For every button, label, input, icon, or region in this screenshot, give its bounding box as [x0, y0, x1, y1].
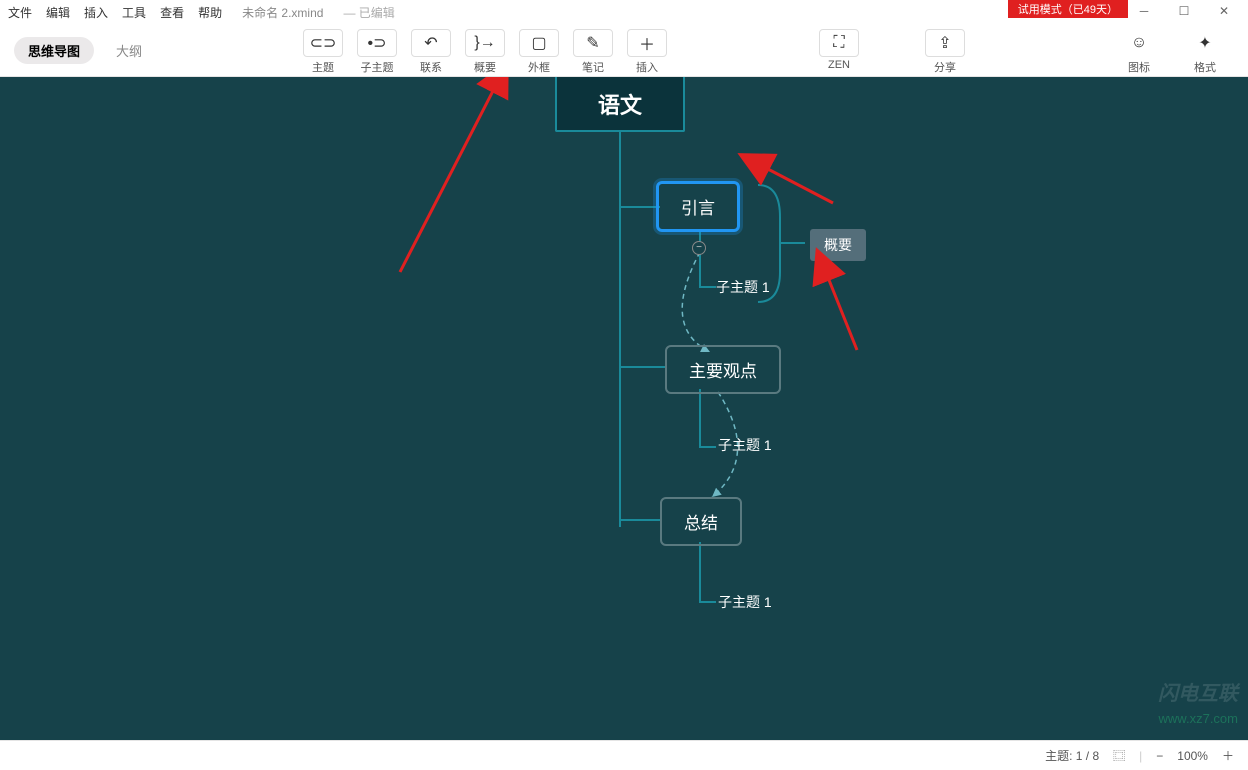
- notes-label: 笔记: [582, 59, 604, 75]
- brush-icon: ✦: [1185, 29, 1225, 57]
- watermark-brand: 闪电互联: [1158, 677, 1238, 706]
- menu-edit[interactable]: 编辑: [46, 4, 70, 21]
- subtopic-label: 子主题: [361, 59, 394, 75]
- connector-lines: [0, 77, 1248, 740]
- zen-button[interactable]: ⛶ ZEN: [816, 29, 862, 75]
- insert-button[interactable]: ＋ 插入: [624, 29, 670, 75]
- subtopic-icon: •⊃: [357, 29, 397, 57]
- topic-count: 主题: 1 / 8: [1045, 747, 1099, 764]
- menu-file[interactable]: 文件: [8, 4, 32, 21]
- minimize-button[interactable]: ─: [1124, 0, 1164, 22]
- boundary-button[interactable]: ▢ 外框: [516, 29, 562, 75]
- share-label: 分享: [934, 59, 956, 75]
- trial-badge[interactable]: 试用模式（已49天）: [1008, 0, 1128, 18]
- boundary-icon: ▢: [519, 29, 559, 57]
- summary-button[interactable]: }→ 概要: [462, 29, 508, 75]
- smiley-icon: ☺: [1119, 29, 1159, 57]
- close-button[interactable]: ✕: [1204, 0, 1244, 22]
- format-button[interactable]: ✦ 格式: [1182, 29, 1228, 75]
- window-controls: ─ ☐ ✕: [1124, 0, 1244, 22]
- menu-help[interactable]: 帮助: [198, 4, 222, 21]
- relation-button[interactable]: ↶ 联系: [408, 29, 454, 75]
- toolbar: 思维导图 大纲 ⊂⊃ 主题 •⊃ 子主题 ↶ 联系 }→ 概要 ▢ 外框 ✎ 笔…: [0, 25, 1248, 77]
- collapse-toggle-intro[interactable]: −: [692, 241, 706, 255]
- zoom-in-button[interactable]: ＋: [1222, 747, 1234, 764]
- status-bar: 主题: 1 / 8 ⿴ | − 100% ＋: [0, 740, 1248, 770]
- subtopic-button[interactable]: •⊃ 子主题: [354, 29, 400, 75]
- topic-label: 主题: [312, 59, 334, 75]
- iconset-label: 图标: [1128, 59, 1150, 75]
- node-conclusion-sub[interactable]: 子主题 1: [718, 592, 772, 612]
- zen-icon: ⛶: [819, 29, 859, 57]
- mindmap-canvas[interactable]: 语文 引言 − 子主题 1 主要观点 子主题 1 总结 子主题 1 概要 闪电互…: [0, 77, 1248, 740]
- watermark-url: www.xz7.com: [1159, 711, 1238, 726]
- topic-button[interactable]: ⊂⊃ 主题: [300, 29, 346, 75]
- relation-label: 联系: [420, 59, 442, 75]
- view-tabs: 思维导图 大纲: [14, 37, 150, 64]
- menu-view[interactable]: 查看: [160, 4, 184, 21]
- relation-icon: ↶: [411, 29, 451, 57]
- zoom-out-button[interactable]: −: [1156, 749, 1163, 763]
- notes-icon: ✎: [573, 29, 613, 57]
- annotation-arrows: [0, 77, 1248, 740]
- edited-indicator: — 已编辑: [343, 4, 394, 21]
- node-intro[interactable]: 引言: [656, 181, 740, 232]
- menu-insert[interactable]: 插入: [84, 4, 108, 21]
- share-icon: ⇪: [925, 29, 965, 57]
- boundary-label: 外框: [528, 59, 550, 75]
- node-intro-sub[interactable]: 子主题 1: [716, 277, 770, 297]
- insert-icon: ＋: [627, 29, 667, 57]
- menu-bar: 文件 编辑 插入 工具 查看 帮助 未命名 2.xmind — 已编辑 试用模式…: [0, 0, 1248, 25]
- document-title: 未命名 2.xmind: [242, 4, 323, 21]
- node-main-sub[interactable]: 子主题 1: [718, 435, 772, 455]
- format-label: 格式: [1194, 59, 1216, 75]
- menu-tools[interactable]: 工具: [122, 4, 146, 21]
- root-node[interactable]: 语文: [555, 77, 685, 132]
- insert-label: 插入: [636, 59, 658, 75]
- summary-node[interactable]: 概要: [810, 229, 866, 261]
- summary-icon: }→: [465, 29, 505, 57]
- node-conclusion[interactable]: 总结: [660, 497, 742, 546]
- tab-outline[interactable]: 大纲: [108, 37, 150, 64]
- outline-toggle-icon[interactable]: ⿴: [1113, 747, 1125, 764]
- share-button[interactable]: ⇪ 分享: [922, 29, 968, 75]
- node-main[interactable]: 主要观点: [665, 345, 781, 394]
- zen-label: ZEN: [828, 59, 850, 71]
- zoom-level[interactable]: 100%: [1177, 749, 1208, 763]
- summary-label: 概要: [474, 59, 496, 75]
- topic-icon: ⊂⊃: [303, 29, 343, 57]
- maximize-button[interactable]: ☐: [1164, 0, 1204, 22]
- tab-mindmap[interactable]: 思维导图: [14, 37, 94, 64]
- notes-button[interactable]: ✎ 笔记: [570, 29, 616, 75]
- iconset-button[interactable]: ☺ 图标: [1116, 29, 1162, 75]
